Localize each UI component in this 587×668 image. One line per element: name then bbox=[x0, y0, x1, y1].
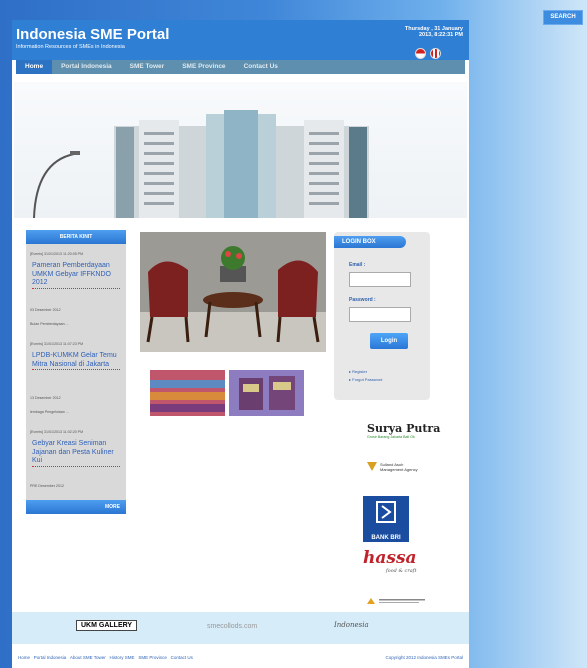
surya-putra-logo[interactable]: Surya Putra Grosir Barang Jakarta Bali O… bbox=[367, 422, 440, 439]
news-excerpt: lembaga Pengelolaan ... bbox=[30, 410, 69, 414]
more-label: MORE bbox=[105, 504, 120, 510]
bri-emblem-icon bbox=[376, 501, 396, 523]
search-button[interactable]: SEARCH bbox=[543, 10, 583, 25]
hassa-logo[interactable]: hassa food & craft bbox=[363, 548, 417, 574]
bank-bri-logo[interactable]: BANK BRI bbox=[363, 496, 409, 542]
product-photo[interactable] bbox=[229, 370, 304, 416]
email-field[interactable] bbox=[349, 272, 411, 287]
news-meta: [Events] 31/01/2013 11:20:05 PM bbox=[30, 252, 84, 256]
bri-label: BANK BRI bbox=[371, 535, 401, 541]
ukm-gallery-logo[interactable]: UKM GALLERY bbox=[76, 620, 138, 631]
footer-link-history[interactable]: History SME bbox=[110, 655, 135, 660]
footer-link-portal[interactable]: Portal Indonesia bbox=[34, 655, 67, 660]
nav-contact-us[interactable]: Contact Us bbox=[235, 60, 287, 74]
hassa-sub: food & craft bbox=[385, 568, 417, 574]
hassa-title: hassa bbox=[363, 548, 417, 568]
sulland-emblem-icon bbox=[367, 462, 377, 471]
more-news-button[interactable]: MORE bbox=[26, 500, 126, 514]
news-title-link[interactable]: LPDB-KUMKM Gelar Temu Mitra Nasional di … bbox=[32, 352, 120, 370]
indonesia-brand-logo[interactable]: Indonesia bbox=[334, 621, 369, 629]
page-container: Indonesia SME Portal Information Resourc… bbox=[12, 20, 469, 668]
footer-link-contact[interactable]: Contact Us bbox=[171, 655, 193, 660]
news-excerpt: Bulan Pemberdayaan ... bbox=[30, 322, 69, 326]
main-nav: Home Portal Indonesia SME Tower SME Prov… bbox=[16, 60, 465, 74]
smecollods-logo[interactable]: smecollods.com bbox=[207, 623, 257, 630]
indonesia-flag-icon[interactable] bbox=[415, 48, 426, 59]
news-date: PRE Desember 2012 bbox=[30, 484, 64, 488]
login-button[interactable]: Login bbox=[370, 333, 408, 349]
fabric-photo[interactable] bbox=[150, 370, 225, 416]
sulland-logo[interactable]: Sulland Asuh Management Agency bbox=[367, 462, 418, 472]
forgot-password-link[interactable]: ▸ Forgot Password bbox=[349, 377, 382, 382]
email-label: Email : bbox=[349, 262, 366, 268]
nav-sme-province[interactable]: SME Province bbox=[173, 60, 234, 74]
furniture-photo[interactable] bbox=[140, 232, 326, 352]
news-title-link[interactable]: Pameran Pemberdayaan UMKM Gebyar IFFKNDO… bbox=[32, 262, 120, 289]
login-box: LOGIN BOX Email : Password : Login ▸ Reg… bbox=[334, 232, 430, 400]
password-field[interactable] bbox=[349, 307, 411, 322]
news-title-link[interactable]: Gebyar Kreasi Seniman Jajanan dan Pesta … bbox=[32, 440, 120, 467]
news-panel: BERITA KINIT [Events] 31/01/2013 11:20:0… bbox=[26, 230, 126, 514]
news-meta: [Events] 31/01/2013 11:02:20 PM bbox=[30, 430, 84, 434]
copyright-text: Copyright 2012 Indonesia SMEs Portal bbox=[385, 655, 463, 660]
footer-nav: Home Portal Indonesia About SME Tower Hi… bbox=[18, 655, 193, 660]
news-header: BERITA KINIT bbox=[26, 230, 126, 244]
time-text: 2013, 8:22:31 PM bbox=[418, 32, 463, 38]
forgot-password-label: Forgot Password bbox=[352, 377, 383, 382]
language-switcher bbox=[415, 48, 441, 59]
nav-home[interactable]: Home bbox=[16, 60, 53, 74]
news-date: 03 Desember 2012 bbox=[30, 308, 61, 312]
surya-title: Surya Putra bbox=[367, 422, 441, 435]
password-label: Password : bbox=[349, 297, 376, 303]
site-title[interactable]: Indonesia SME Portal bbox=[16, 26, 169, 43]
news-date: 13 Desember 2012 bbox=[30, 396, 61, 400]
date-display: Thursday , 31 January 2013, 8:22:31 PM bbox=[405, 26, 463, 38]
register-link[interactable]: ▸ Register bbox=[349, 369, 367, 374]
sulland-sub: Management Agency bbox=[380, 467, 418, 472]
login-title: LOGIN BOX bbox=[334, 236, 406, 248]
footer-link-home[interactable]: Home bbox=[18, 655, 30, 660]
footer-link-about[interactable]: About SME Tower bbox=[70, 655, 106, 660]
site-subtitle: Information Resources of SMEs in Indones… bbox=[16, 44, 125, 50]
news-meta: [Events] 31/01/2013 11:07:23 PM bbox=[30, 342, 84, 346]
surya-sub: Grosir Barang Jakarta Bali Ok bbox=[367, 435, 415, 439]
uk-flag-icon[interactable] bbox=[430, 48, 441, 59]
partner-logos-bar: UKM GALLERY smecollods.com Indonesia bbox=[12, 612, 469, 644]
footer-link-province[interactable]: SME Province bbox=[138, 655, 167, 660]
site-header: Indonesia SME Portal Information Resourc… bbox=[12, 20, 469, 60]
small-sponsor-logo[interactable] bbox=[367, 593, 427, 604]
register-label: Register bbox=[352, 369, 368, 374]
nav-sme-tower[interactable]: SME Tower bbox=[121, 60, 174, 74]
nav-portal-indonesia[interactable]: Portal Indonesia bbox=[52, 60, 121, 74]
hero-building-image bbox=[14, 82, 467, 218]
